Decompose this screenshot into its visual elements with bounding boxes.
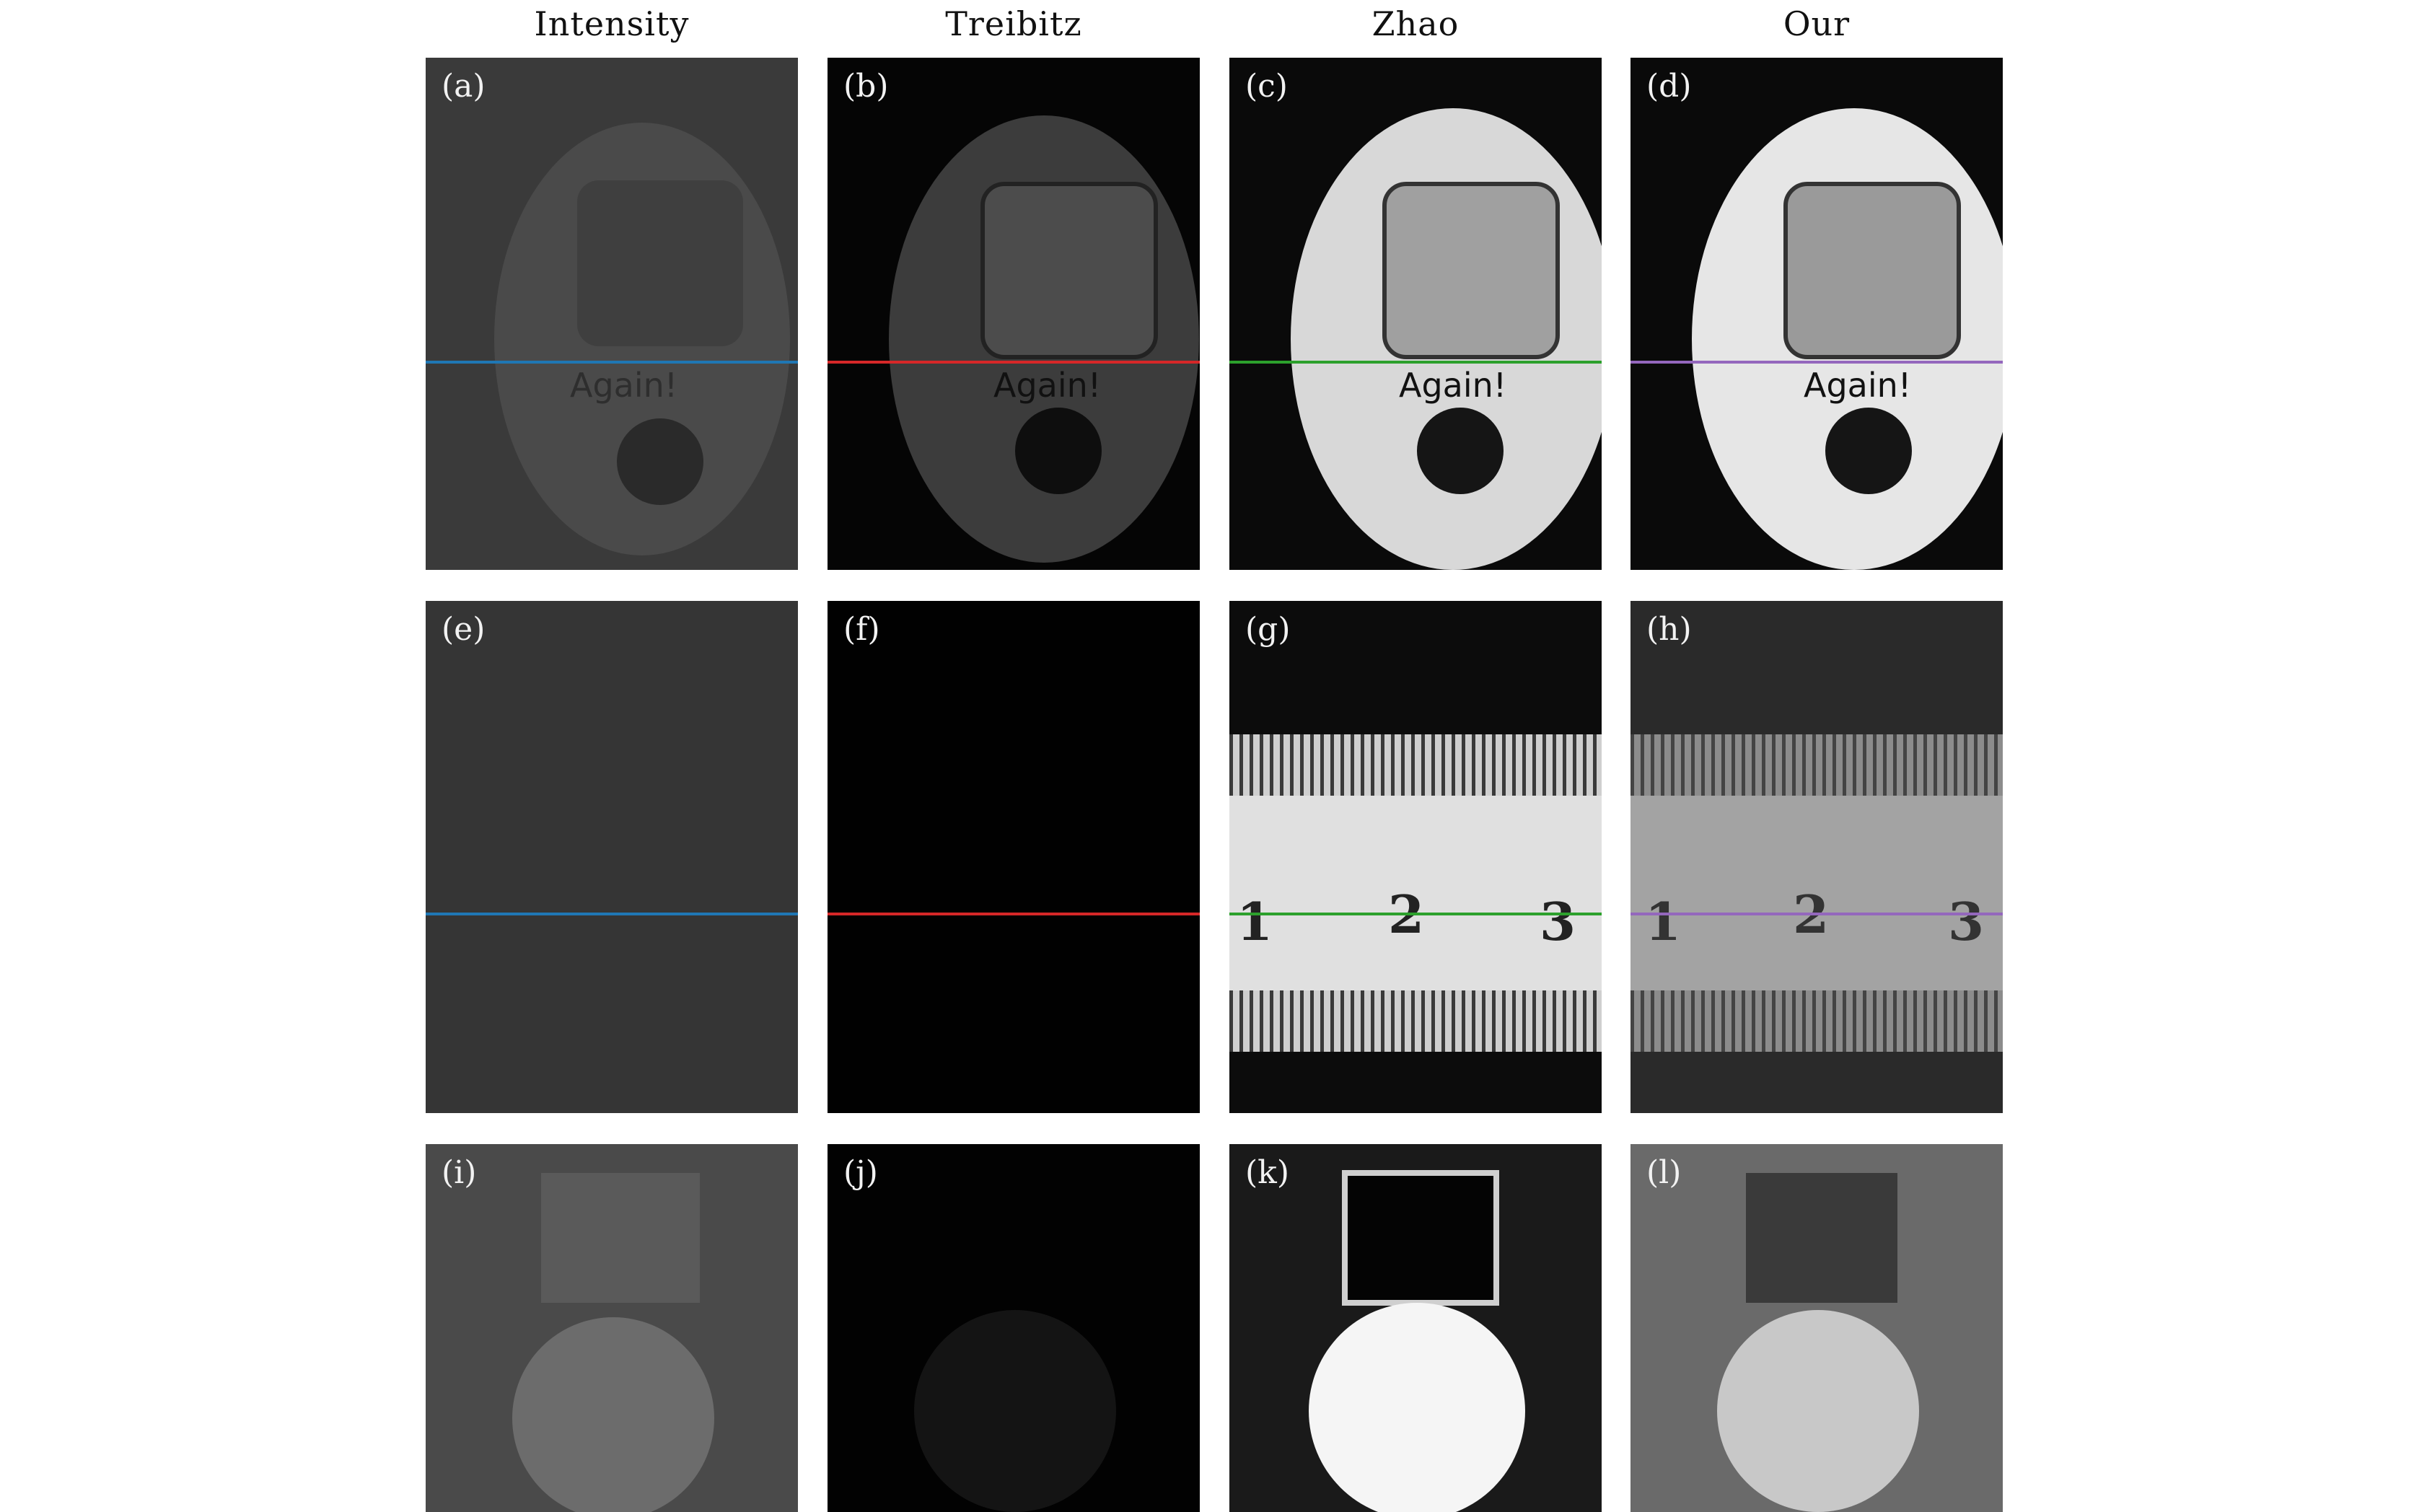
panel-k-coin-zhao: (k) [1229,1144,1602,1512]
panel-h-ruler-our: 1 2 3 (h) [1630,601,2003,1113]
panel-label: (i) [442,1154,477,1191]
column-title-treibitz: Treibitz [945,4,1082,43]
panel-label: (k) [1245,1154,1289,1191]
panel-label: (e) [442,611,486,648]
panel-b-keychain-treibitz: Again! (b) [828,58,1200,570]
panel-l-coin-our: (l) [1630,1144,2003,1512]
coin-image [512,1173,714,1512]
panel-e-ruler-intensity: (e) [426,601,798,1113]
panel-label: (f) [843,611,880,648]
panel-f-ruler-treibitz: (f) [828,601,1200,1113]
panel-i-coin-intensity: (i) [426,1144,798,1512]
panel-label: (d) [1646,68,1692,105]
column-title-our: Our [1783,4,1851,43]
svg-text:Again!: Again! [570,366,677,405]
coin-image [914,1310,1116,1512]
panel-d-keychain-our: Again! (d) [1630,58,2003,570]
svg-text:3: 3 [1948,891,1984,952]
panel-label: (a) [442,68,486,105]
panel-label: (j) [843,1154,878,1191]
svg-text:3: 3 [1540,891,1576,952]
svg-text:Again!: Again! [1804,366,1911,405]
column-title-intensity: Intensity [534,4,690,43]
panel-label: (h) [1646,611,1692,648]
svg-text:Again!: Again! [993,366,1101,405]
panel-a-keychain-intensity: Again! (a) [426,58,798,570]
panel-j-coin-treibitz: (j) [828,1144,1200,1512]
column-title-zhao: Zhao [1371,4,1460,43]
svg-text:Again!: Again! [1399,366,1506,405]
panel-label: (c) [1245,68,1288,105]
panel-label: (l) [1646,1154,1682,1191]
scanline-red [828,913,1200,915]
panel-label: (g) [1245,611,1291,648]
panel-label: (b) [843,68,889,105]
panel-c-keychain-zhao: Again! (c) [1229,58,1602,570]
coin-image [1717,1173,1919,1512]
panel-g-ruler-zhao: 1 2 3 (g) [1229,601,1602,1113]
